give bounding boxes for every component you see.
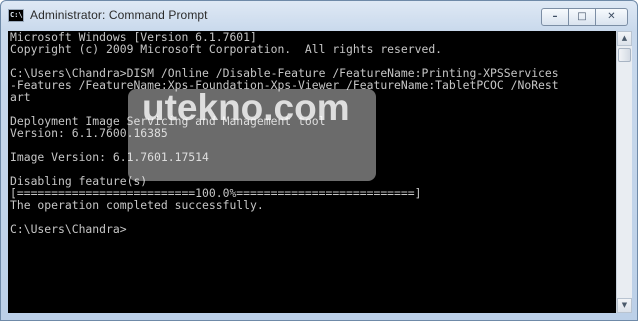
close-button[interactable]: ✕ bbox=[596, 8, 628, 26]
window-title: Administrator: Command Prompt bbox=[30, 8, 208, 22]
cmd-app-icon[interactable]: C:\ bbox=[8, 9, 24, 22]
command-prompt-window: C:\ Administrator: Command Prompt – □ ✕ … bbox=[0, 0, 638, 321]
scrollbar-thumb[interactable] bbox=[618, 48, 631, 62]
console-line: The operation completed successfully. bbox=[10, 198, 264, 212]
title-bar[interactable]: C:\ Administrator: Command Prompt – □ ✕ bbox=[1, 1, 637, 31]
console-line: Copyright (c) 2009 Microsoft Corporation… bbox=[10, 42, 443, 56]
console-output[interactable]: Microsoft Windows [Version 6.1.7601] Cop… bbox=[8, 31, 616, 313]
chevron-up-icon[interactable]: ▲ bbox=[617, 31, 632, 46]
watermark-logo: utekno.com bbox=[142, 87, 350, 128]
vertical-scrollbar[interactable]: ▲ ▼ bbox=[616, 31, 632, 313]
minimize-button[interactable]: – bbox=[541, 8, 569, 26]
prompt-line[interactable]: C:\Users\Chandra> bbox=[10, 223, 127, 235]
console-line: art bbox=[10, 90, 31, 104]
chevron-down-icon[interactable]: ▼ bbox=[617, 298, 632, 313]
maximize-button[interactable]: □ bbox=[569, 8, 596, 26]
